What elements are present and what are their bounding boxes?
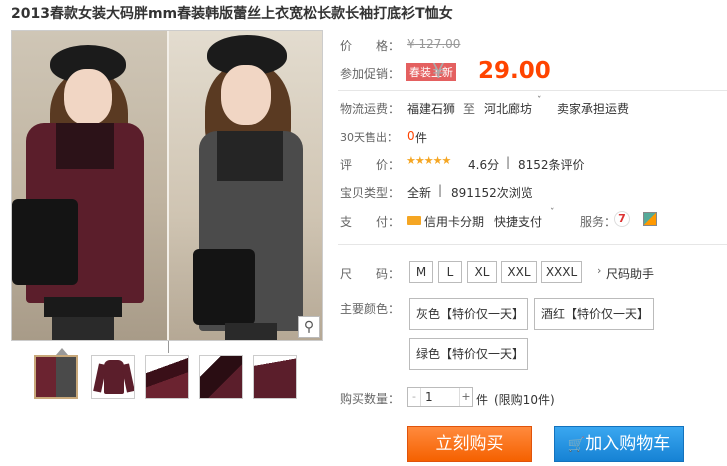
color-option-gray[interactable]: 灰色【特价仅一天】 [409,298,528,330]
color-row: 主要颜色： [340,300,400,317]
quantity-input[interactable]: 1 [425,390,433,404]
main-product-image[interactable]: ⚲ [11,30,323,341]
sales-label: 30天售出： [340,131,398,144]
chevron-down-icon[interactable]: ˇ [550,208,555,218]
promo-price: 29.00 [478,58,551,84]
divider-line [338,90,727,91]
star-rating-icon: ★★★★★ [406,154,451,167]
quantity-row: 购买数量： [340,390,400,407]
add-to-cart-label: 加入购物车 [585,434,671,454]
rating-score: 4.6分 [468,158,500,172]
shipping-separator: 至 [463,102,476,116]
add-to-cart-button[interactable]: 🛒加入购物车 [554,426,684,462]
credit-card-icon [407,216,421,225]
thumb-connector [168,341,169,353]
installment-link[interactable]: 信用卡分期 [424,213,484,230]
buy-now-button[interactable]: 立刻购买 [407,426,532,462]
price-label: 价 格： [340,39,401,53]
shipping-destination[interactable]: 河北廊坊 [484,100,532,117]
size-row: 尺 码： [340,265,400,282]
rating-separator: | [506,155,511,169]
quantity-stepper[interactable]: - 1 + [407,387,473,407]
size-option-xl[interactable]: XL [467,261,497,283]
chevron-right-icon: › [597,264,602,277]
thumbnail-wine-detail-1[interactable] [145,355,189,399]
price-row: 价 格： [340,37,400,54]
chevron-down-icon[interactable]: ˇ [537,96,542,106]
item-type-separator: | [438,183,443,197]
payment-label: 支 付： [340,215,401,229]
original-price: ¥ 127.00 [407,37,461,51]
quantity-unit: 件 [476,393,489,407]
divider-line [338,244,727,245]
review-count-link[interactable]: 8152条评价 [518,156,585,173]
color-option-green[interactable]: 绿色【特价仅一天】 [409,338,528,370]
thumbnail-wine-detail-3[interactable] [253,355,297,399]
rating-row: 评 价： [340,156,400,173]
quantity-increase-button[interactable]: + [459,388,472,406]
shipping-fee: 卖家承担运费 [557,102,630,116]
cart-icon: 🛒 [567,437,586,453]
size-option-l[interactable]: L [438,261,462,283]
thumb-indicator [56,348,68,355]
product-title: 2013春款女装大码胖mm春装韩版蕾丝上衣宽松长款长袖打底衫T恤女 [11,6,453,22]
sales-row: 30天售出： [340,129,398,145]
size-option-xxxl[interactable]: XXXL [541,261,582,283]
item-type-label: 宝贝类型： [340,186,401,200]
model-photo-right [169,31,322,340]
payment-row: 支 付： [340,213,400,230]
promo-badge: 春装上新 [406,63,456,81]
magnifier-icon[interactable]: ⚲ [298,316,320,338]
size-label: 尺 码： [340,267,401,281]
size-helper-link[interactable]: 尺码助手 [606,265,654,282]
model-photo-left [12,31,167,340]
quantity-decrease-button[interactable]: - [408,388,421,406]
thumbnail-wine-detail-2[interactable] [199,355,243,399]
color-label: 主要颜色： [340,302,401,316]
size-option-xxl[interactable]: XXL [501,261,537,283]
thumbnail-wine-top-full[interactable] [91,355,135,399]
service-label: 服务： [580,215,617,229]
consumer-protection-icon[interactable] [643,212,657,226]
sales-count: 0 [407,129,415,143]
item-type-value: 全新 [407,186,432,200]
promo-row: 参加促销： [340,65,400,82]
seven-day-return-icon[interactable]: 7 [614,211,630,227]
shipping-label: 物流运费： [340,102,401,116]
promo-label: 参加促销： [340,67,401,81]
shipping-row: 物流运费： [340,100,400,117]
color-option-wine[interactable]: 酒红【特价仅一天】 [534,298,654,330]
rating-label: 评 价： [340,158,401,172]
item-type-row: 宝贝类型： [340,184,400,201]
view-count: 891152次浏览 [451,186,533,200]
thumbnail-model-photo[interactable] [34,355,78,399]
yen-symbol: ¥ [432,59,445,83]
size-option-m[interactable]: M [409,261,433,283]
quick-pay-link[interactable]: 快捷支付 [494,213,542,230]
shipping-from: 福建石狮 [407,102,456,116]
quantity-label: 购买数量： [340,392,401,406]
sales-unit: 件 [415,131,428,145]
purchase-limit: (限购10件) [494,393,555,407]
